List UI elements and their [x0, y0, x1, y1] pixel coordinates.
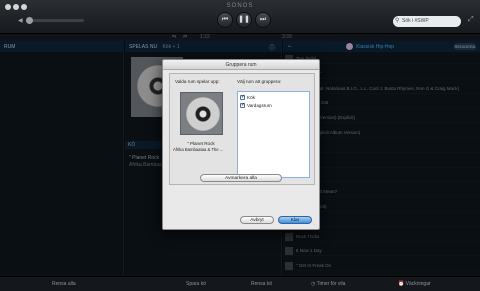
volume-slider[interactable] — [26, 17, 84, 24]
app-title: SONOS — [226, 3, 254, 9]
checkbox-kok[interactable]: ✓ — [240, 94, 246, 100]
done-button[interactable]: Klar — [278, 216, 312, 224]
checkmark-icon: ✓ — [241, 94, 246, 100]
search-input[interactable]: ⚲ Sök i #SWP — [393, 16, 461, 27]
dialog-title: Gruppera rum — [163, 60, 319, 70]
next-button[interactable]: ⏭ — [255, 12, 271, 28]
next-icon: ⏭ — [259, 16, 267, 23]
checkmark-icon: ✓ — [241, 102, 246, 108]
dialog-track-artist: Afrika Bambaataa & The ... — [173, 147, 224, 152]
search-icon: ⚲ — [395, 18, 400, 24]
previous-icon: ⏮ — [221, 16, 229, 23]
room-label-kok: Kök — [247, 95, 255, 100]
volume-icon: ◀ — [18, 18, 23, 24]
previous-button[interactable]: ⏮ — [217, 12, 233, 28]
checkbox-vardagsrum[interactable]: ✓ — [240, 102, 246, 108]
volume-knob[interactable] — [26, 17, 33, 24]
dialog-track-name: " Planet Rock — [187, 141, 215, 146]
sleep-timer-label: Timer för vila — [316, 281, 346, 287]
pause-icon: ❚❚ — [238, 16, 250, 23]
bottom-bar: Rensa alla Spara kö Rensa kö ◷ Timer för… — [0, 276, 480, 291]
title-bar: SONOS ◀ ⏮ ❚❚ ⏭ ⚲ Sök i #SWP ⤢ — [0, 0, 480, 34]
playing-rooms-label: Valda rum spelar upp: — [175, 79, 220, 84]
select-rooms-label: Välj rum att gruppera: — [237, 79, 282, 84]
cancel-button[interactable]: Avbryt — [240, 216, 274, 224]
clear-queue-button[interactable]: Rensa kö — [251, 281, 272, 287]
dialog-panel: Valda rum spelar upp: Välj rum att grupp… — [169, 73, 315, 185]
alarms-button[interactable]: ⏰ Väckningar — [398, 281, 431, 287]
save-queue-button[interactable]: Spara kö — [186, 281, 206, 287]
expand-icon[interactable]: ⤢ — [468, 16, 474, 24]
dialog-album-art — [180, 92, 223, 135]
alarms-label: Väckningar — [405, 281, 431, 287]
sleep-timer-button[interactable]: ◷ Timer för vila — [311, 281, 345, 287]
search-value: Sök i #SWP — [402, 18, 429, 24]
group-rooms-dialog: Gruppera rum Valda rum spelar upp: Välj … — [162, 59, 320, 230]
room-label-vardagsrum: Vardagsrum — [247, 103, 272, 108]
rooms-list[interactable]: ✓ Kök ✓ Vardagsrum — [237, 91, 310, 178]
clear-all-button[interactable]: Rensa alla — [52, 281, 76, 287]
deselect-all-button[interactable]: Avmarkera alla — [200, 174, 282, 182]
resize-grip-icon[interactable]: ⋱ — [312, 222, 317, 228]
pause-button[interactable]: ❚❚ — [236, 12, 252, 28]
